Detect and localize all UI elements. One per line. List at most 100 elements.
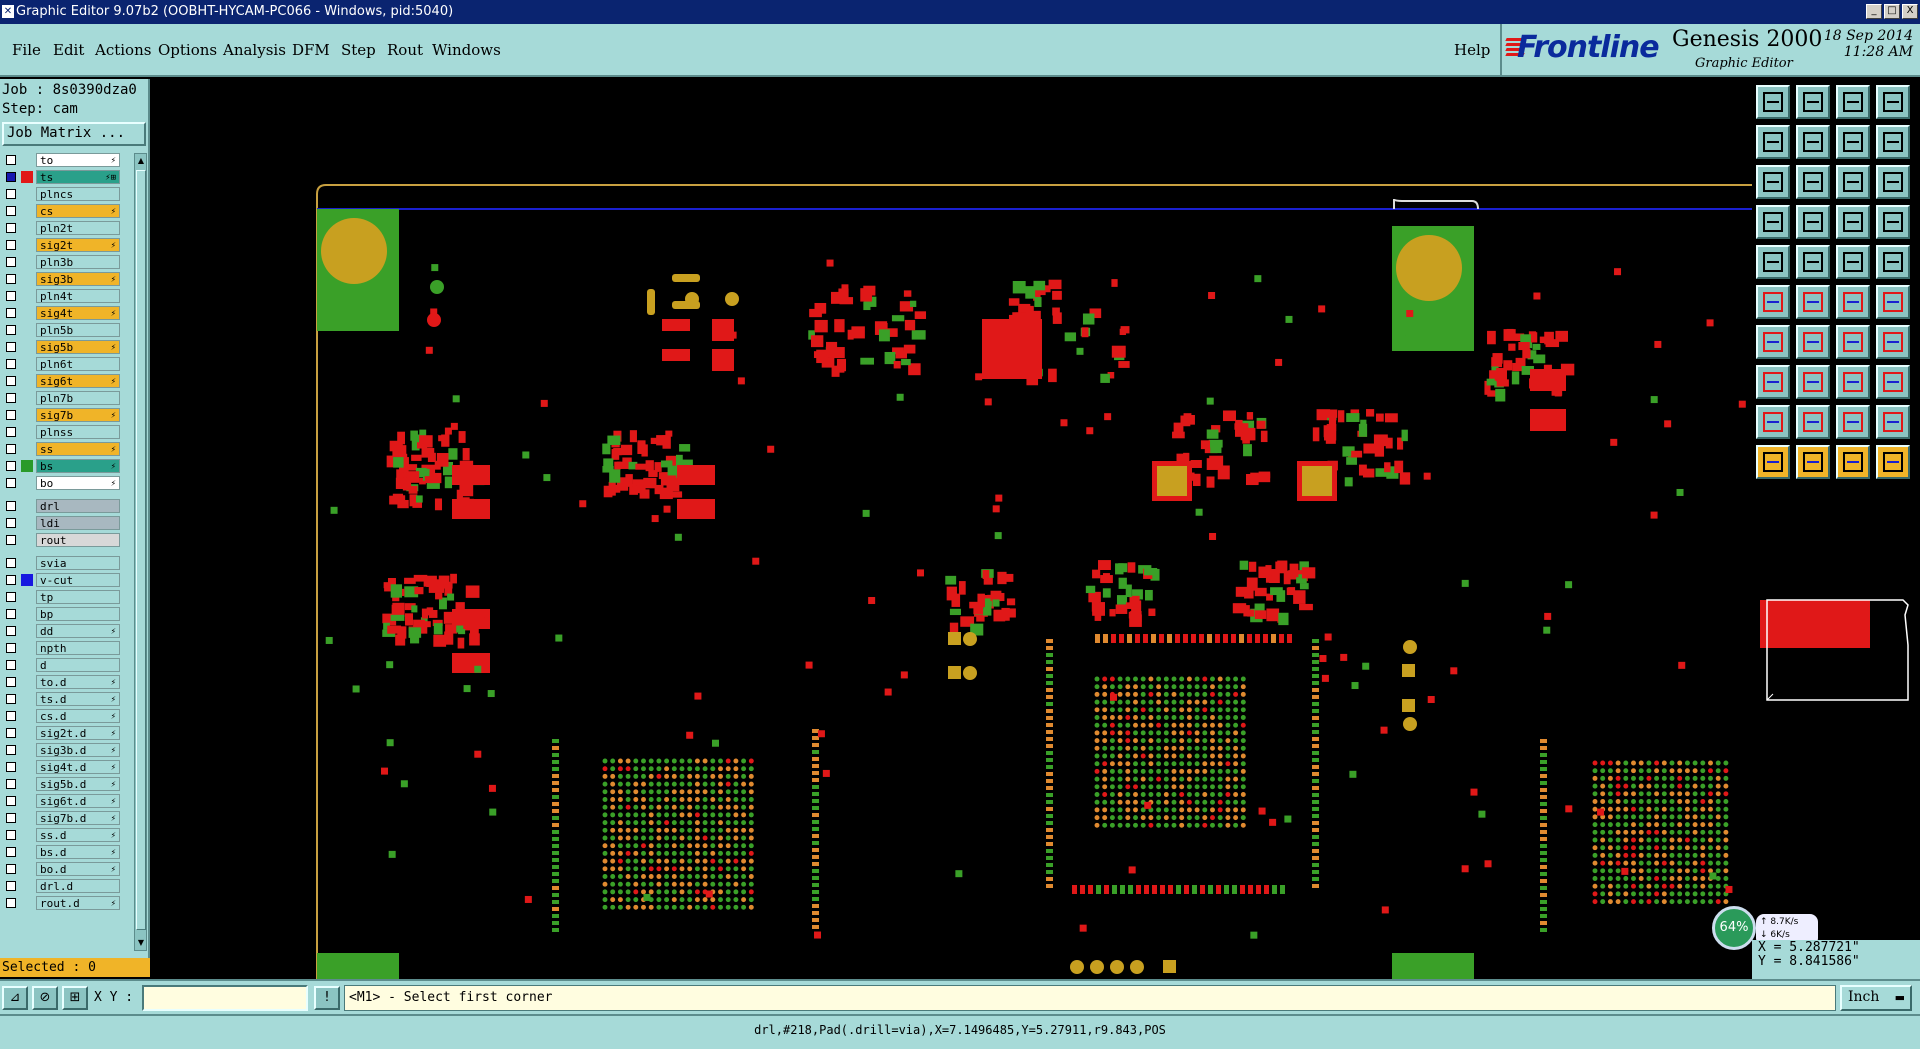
layer-checkbox[interactable] xyxy=(6,359,16,369)
layer-name[interactable]: sig2t.d ⚡ xyxy=(36,726,120,740)
zoom-window-icon[interactable] xyxy=(1796,165,1830,199)
layer-row-bs[interactable]: bs ⚡ xyxy=(2,459,120,473)
scale-icon[interactable] xyxy=(1836,165,1870,199)
layer-name[interactable]: drl.d xyxy=(36,879,120,893)
layer-checkbox[interactable] xyxy=(6,864,16,874)
menu-analysis[interactable]: Analysis xyxy=(223,41,286,59)
layer-name[interactable]: rout.d ⚡ xyxy=(36,896,120,910)
measure-icon[interactable] xyxy=(1756,205,1790,239)
split-view-icon[interactable] xyxy=(1876,85,1910,119)
home-icon[interactable] xyxy=(1836,85,1870,119)
graphic-canvas[interactable] xyxy=(152,79,1752,979)
layer-checkbox[interactable] xyxy=(6,223,16,233)
layer-checkbox[interactable] xyxy=(6,779,16,789)
layer-row-pln4t[interactable]: pln4t xyxy=(2,289,120,303)
layer-name[interactable]: sig3b ⚡ xyxy=(36,272,120,286)
layer-row-rout[interactable]: rout xyxy=(2,533,120,547)
layer-row-pln3b[interactable]: pln3b xyxy=(2,255,120,269)
connect-icon[interactable] xyxy=(1836,285,1870,319)
rotate-icon[interactable] xyxy=(1876,445,1910,479)
layer-checkbox[interactable] xyxy=(6,558,16,568)
select-icon[interactable] xyxy=(1796,445,1830,479)
layer-name[interactable]: pln7b xyxy=(36,391,120,405)
layer-name[interactable]: bo.d ⚡ xyxy=(36,862,120,876)
layer-row-drl-d[interactable]: drl.d xyxy=(2,879,120,893)
layer-row-sig4t-d[interactable]: sig4t.d ⚡ xyxy=(2,760,120,774)
layer-scrollbar[interactable]: ▲ ▼ xyxy=(134,153,147,951)
layer-row-d[interactable]: d xyxy=(2,658,120,672)
layer-checkbox[interactable] xyxy=(6,240,16,250)
arch-alt-icon[interactable] xyxy=(1876,405,1910,439)
layer-row-sig3b[interactable]: sig3b ⚡ xyxy=(2,272,120,286)
ruler-icon[interactable] xyxy=(1836,245,1870,279)
layer-row-svia[interactable]: svia xyxy=(2,556,120,570)
outline-icon[interactable] xyxy=(1796,245,1830,279)
menu-step[interactable]: Step xyxy=(341,41,376,59)
pad-add-icon[interactable] xyxy=(1756,365,1790,399)
layer-row-sig4t[interactable]: sig4t ⚡ xyxy=(2,306,120,320)
help-icon[interactable] xyxy=(1876,165,1910,199)
layer-name[interactable]: sig5b.d ⚡ xyxy=(36,777,120,791)
layer-row-pln2t[interactable]: pln2t xyxy=(2,221,120,235)
bracket-icon[interactable] xyxy=(1836,365,1870,399)
layer-checkbox[interactable] xyxy=(6,257,16,267)
next-icon[interactable] xyxy=(1796,125,1830,159)
redo-icon[interactable] xyxy=(1836,125,1870,159)
move-icon[interactable] xyxy=(1836,445,1870,479)
layer-checkbox[interactable] xyxy=(6,274,16,284)
layer-row-drl[interactable]: drl xyxy=(2,499,120,513)
close-button[interactable]: X xyxy=(1902,4,1918,19)
layer-name[interactable]: to.d ⚡ xyxy=(36,675,120,689)
layer-checkbox[interactable] xyxy=(6,206,16,216)
layer-name[interactable]: bs ⚡ xyxy=(36,459,120,473)
layer-checkbox[interactable] xyxy=(6,342,16,352)
layer-row-sig5b-d[interactable]: sig5b.d ⚡ xyxy=(2,777,120,791)
scroll-up-icon[interactable]: ▲ xyxy=(136,156,146,166)
layer-name[interactable]: pln5b xyxy=(36,323,120,337)
layer-checkbox[interactable] xyxy=(6,762,16,772)
wire-icon[interactable] xyxy=(1796,365,1830,399)
layer-name[interactable]: svia xyxy=(36,556,120,570)
layer-name[interactable]: bp xyxy=(36,607,120,621)
scroll-thumb[interactable] xyxy=(136,170,146,930)
menu-edit[interactable]: Edit xyxy=(53,41,84,59)
layer-row-cs-d[interactable]: cs.d ⚡ xyxy=(2,709,120,723)
layer-name[interactable]: sig6t.d ⚡ xyxy=(36,794,120,808)
layer-checkbox[interactable] xyxy=(6,728,16,738)
layer-row-to-d[interactable]: to.d ⚡ xyxy=(2,675,120,689)
layer-checkbox[interactable] xyxy=(6,478,16,488)
layer-row-to[interactable]: to ⚡ xyxy=(2,153,120,167)
snake-icon[interactable] xyxy=(1876,125,1910,159)
menu-help[interactable]: Help xyxy=(1454,41,1490,59)
layer-name[interactable]: ts.d ⚡ xyxy=(36,692,120,706)
layer-name[interactable]: bo ⚡ xyxy=(36,476,120,490)
pointer-icon[interactable] xyxy=(1756,445,1790,479)
layer-checkbox[interactable] xyxy=(6,535,16,545)
layer-name[interactable]: sig3b.d ⚡ xyxy=(36,743,120,757)
minimize-button[interactable]: _ xyxy=(1866,4,1882,19)
layer-name[interactable]: plnss xyxy=(36,425,120,439)
scroll-down-icon[interactable]: ▼ xyxy=(136,938,146,948)
layer-row-bo-d[interactable]: bo.d ⚡ xyxy=(2,862,120,876)
layer-name[interactable]: to ⚡ xyxy=(36,153,120,167)
menu-windows[interactable]: Windows xyxy=(432,41,501,59)
route-icon[interactable] xyxy=(1876,285,1910,319)
layer-checkbox[interactable] xyxy=(6,308,16,318)
layer-checkbox[interactable] xyxy=(6,745,16,755)
layer-checkbox[interactable] xyxy=(6,830,16,840)
layer-checkbox[interactable] xyxy=(6,609,16,619)
overview-drawing[interactable] xyxy=(1755,560,1920,830)
layer-row-v-cut[interactable]: v-cut xyxy=(2,573,120,587)
layer-checkbox[interactable] xyxy=(6,881,16,891)
layer-row-ldi[interactable]: ldi xyxy=(2,516,120,530)
pad-icon[interactable] xyxy=(1876,245,1910,279)
fit-icon[interactable] xyxy=(1756,165,1790,199)
layer-row-bo[interactable]: bo ⚡ xyxy=(2,476,120,490)
layer-name[interactable]: cs ⚡ xyxy=(36,204,120,218)
layer-checkbox[interactable] xyxy=(6,643,16,653)
layer-checkbox[interactable] xyxy=(6,694,16,704)
arch-icon[interactable] xyxy=(1836,405,1870,439)
layer-name[interactable]: ss.d ⚡ xyxy=(36,828,120,842)
menu-options[interactable]: Options xyxy=(158,41,217,59)
layer-checkbox[interactable] xyxy=(6,461,16,471)
